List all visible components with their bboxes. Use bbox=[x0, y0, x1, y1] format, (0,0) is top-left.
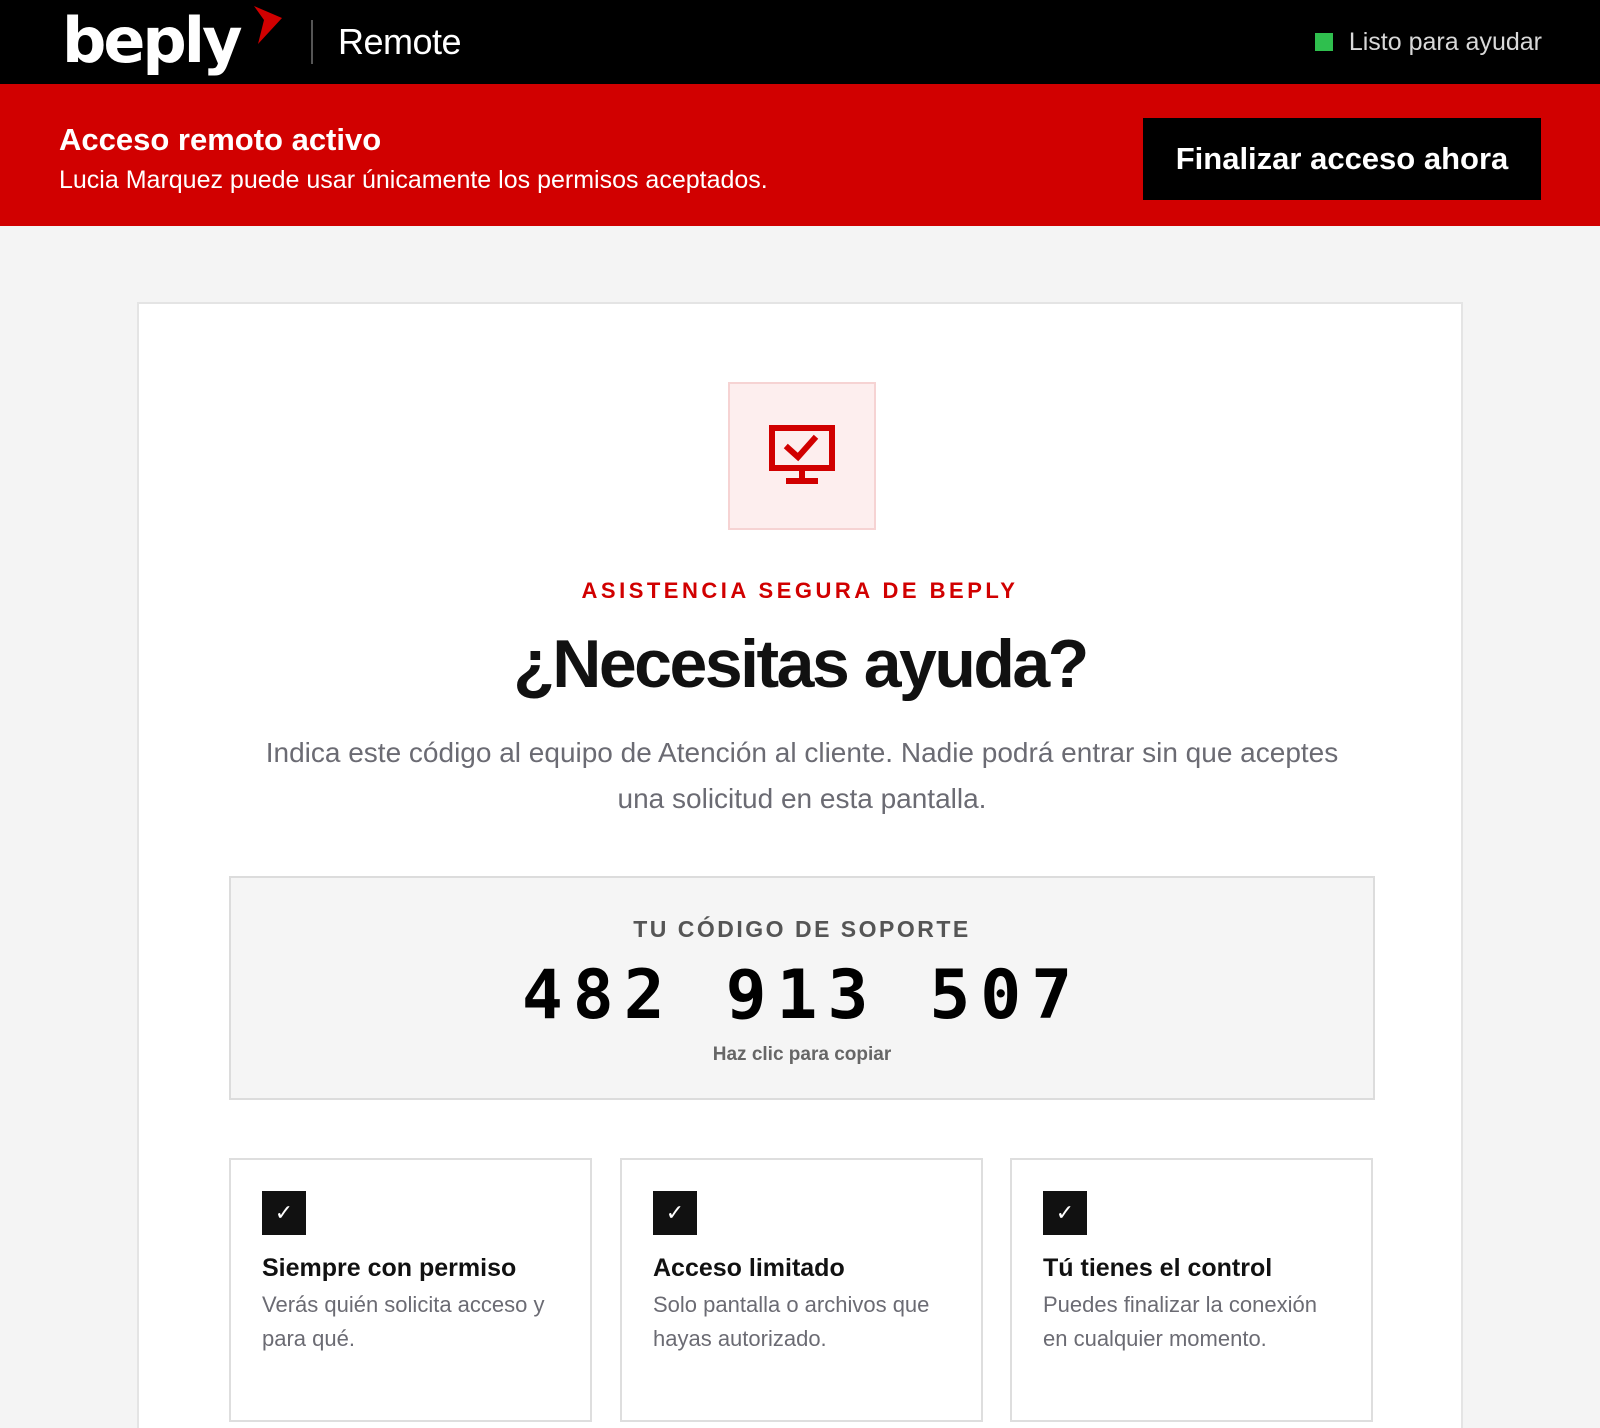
support-code-label: TU CÓDIGO DE SOPORTE bbox=[633, 916, 971, 942]
connection-status: Listo para ayudar bbox=[1314, 24, 1542, 60]
feature-card: ✓ Acceso limitado Solo pantalla o archiv… bbox=[620, 1158, 983, 1422]
feature-description: Verás quién solicita acceso y para qué. bbox=[262, 1292, 545, 1351]
feature-description: Puedes finalizar la conexión en cualquie… bbox=[1043, 1292, 1317, 1351]
copy-hint: Haz clic para copiar bbox=[712, 1044, 892, 1065]
check-icon: ✓ bbox=[262, 1191, 306, 1235]
support-code-value[interactable]: 482 913 507 bbox=[231, 954, 1373, 1038]
logo-divider bbox=[311, 20, 313, 64]
product-name: Remote bbox=[338, 21, 462, 62]
page-title: ¿Necesitas ayuda? bbox=[513, 626, 1089, 702]
logo-chevron-icon bbox=[254, 6, 282, 44]
banner-subtitle: Lucia Marquez puede usar únicamente los … bbox=[59, 166, 768, 194]
end-access-button[interactable]: Finalizar acceso ahora bbox=[1143, 118, 1541, 200]
feature-title: Tú tienes el control bbox=[1043, 1254, 1273, 1282]
intro-text: Indica este código al equipo de Atención… bbox=[265, 737, 1339, 814]
check-icon: ✓ bbox=[653, 1191, 697, 1235]
check-icon: ✓ bbox=[1043, 1191, 1087, 1235]
support-code-box[interactable]: TU CÓDIGO DE SOPORTE 482 913 507 Haz cli… bbox=[229, 876, 1375, 1100]
icon-tile bbox=[728, 382, 876, 530]
remote-access-banner: Acceso remoto activo Lucia Marquez puede… bbox=[0, 84, 1600, 226]
status-text: Listo para ayudar bbox=[1348, 27, 1542, 56]
banner-title: Acceso remoto activo bbox=[59, 122, 382, 157]
feature-description: Solo pantalla o archivos que hayas autor… bbox=[653, 1292, 930, 1351]
feature-title: Siempre con permiso bbox=[262, 1254, 517, 1282]
feature-card: ✓ Tú tienes el control Puedes finalizar … bbox=[1010, 1158, 1373, 1422]
eyebrow-label: ASISTENCIA SEGURA DE BEPLY bbox=[581, 578, 1019, 603]
feature-card: ✓ Siempre con permiso Verás quién solici… bbox=[229, 1158, 592, 1422]
beply-logo[interactable]: beply bbox=[62, 2, 242, 80]
status-indicator-icon bbox=[1314, 33, 1333, 51]
feature-title: Acceso limitado bbox=[653, 1254, 845, 1282]
monitor-check-icon bbox=[769, 425, 835, 484]
top-bar: beply Remote Listo para ayudar bbox=[0, 0, 1600, 84]
support-card: ASISTENCIA SEGURA DE BEPLY ¿Necesitas ay… bbox=[137, 302, 1463, 1428]
